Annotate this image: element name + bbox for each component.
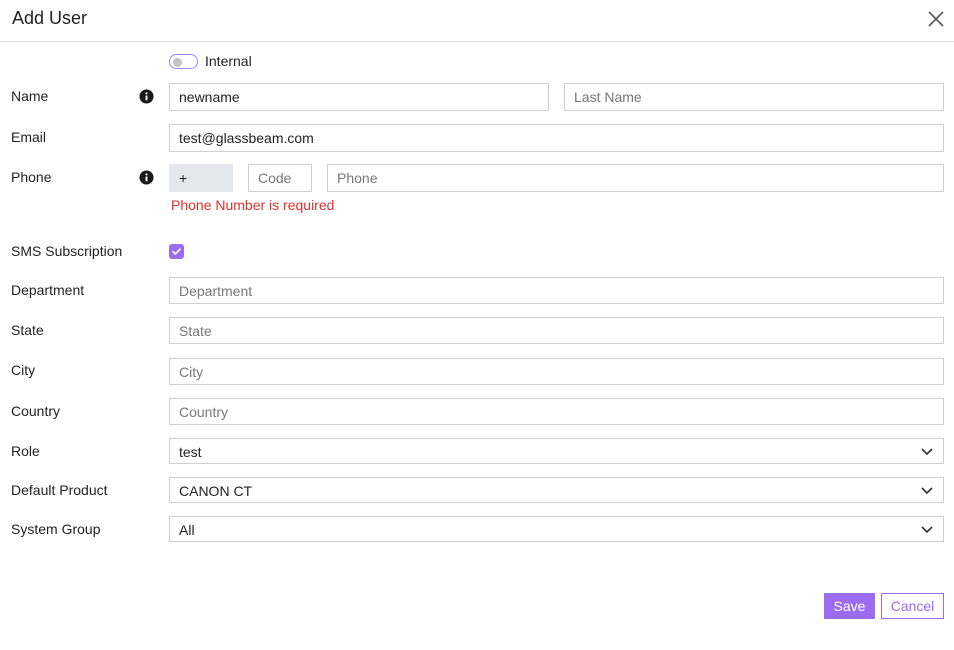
- email-input[interactable]: [169, 124, 944, 152]
- phone-error-message: Phone Number is required: [171, 197, 335, 213]
- role-value: test: [179, 444, 202, 460]
- department-label: Department: [11, 282, 85, 298]
- phone-code-input[interactable]: [248, 164, 312, 192]
- cancel-button[interactable]: Cancel: [881, 593, 944, 619]
- system-group-label: System Group: [11, 521, 101, 537]
- chevron-down-icon: [921, 448, 933, 456]
- role-label: Role: [11, 443, 40, 459]
- phone-number-input[interactable]: [327, 164, 944, 192]
- default-product-label: Default Product: [11, 482, 108, 498]
- sms-subscription-label: SMS Subscription: [11, 243, 123, 259]
- default-product-value: CANON CT: [179, 483, 253, 499]
- phone-info-icon[interactable]: [139, 170, 154, 185]
- dialog-header: Add User: [0, 0, 954, 42]
- last-name-input[interactable]: [564, 83, 944, 111]
- country-input[interactable]: [169, 398, 944, 425]
- phone-prefix: +: [169, 164, 233, 192]
- sms-subscription-checkbox[interactable]: [169, 244, 184, 259]
- email-label: Email: [11, 129, 47, 145]
- check-icon: [172, 248, 181, 255]
- default-product-select[interactable]: CANON CT: [169, 477, 944, 503]
- city-input[interactable]: [169, 358, 944, 385]
- name-label: Name: [11, 88, 49, 104]
- internal-toggle[interactable]: [169, 54, 198, 69]
- dialog-title: Add User: [12, 8, 88, 28]
- chevron-down-icon: [921, 526, 933, 534]
- state-label: State: [11, 322, 44, 338]
- name-info-icon[interactable]: [139, 89, 154, 104]
- save-button[interactable]: Save: [824, 593, 875, 619]
- role-select[interactable]: test: [169, 438, 944, 464]
- first-name-input[interactable]: [169, 83, 549, 111]
- city-label: City: [11, 362, 36, 378]
- close-icon[interactable]: [926, 9, 946, 29]
- department-input[interactable]: [169, 277, 944, 304]
- country-label: Country: [11, 403, 61, 419]
- toggle-knob: [173, 58, 182, 67]
- internal-label: Internal: [205, 53, 252, 69]
- system-group-select[interactable]: All: [169, 516, 944, 542]
- chevron-down-icon: [921, 487, 933, 495]
- phone-label: Phone: [11, 169, 52, 185]
- add-user-dialog: Add User Internal Name Email Phone + Pho…: [0, 0, 954, 650]
- system-group-value: All: [179, 522, 195, 538]
- state-input[interactable]: [169, 317, 944, 344]
